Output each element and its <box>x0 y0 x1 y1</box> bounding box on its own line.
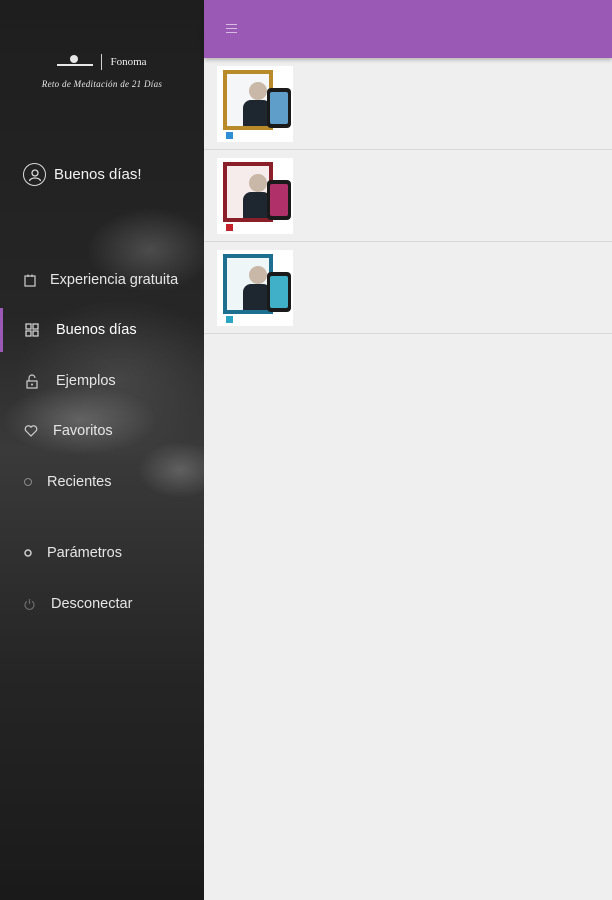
heart-icon <box>23 423 39 439</box>
nav-item-label: Favoritos <box>53 423 113 439</box>
category-badge-icon <box>226 224 233 231</box>
nav-item-desconectar[interactable]: Desconectar <box>0 582 204 626</box>
content-list <box>204 58 612 334</box>
brand-logo: Fonoma <box>0 54 204 70</box>
nav-item-label: Buenos días <box>56 322 137 338</box>
settings-icon <box>20 545 36 561</box>
phone-image <box>267 180 291 220</box>
nav-item-buenos-dias[interactable]: Buenos días <box>0 308 204 352</box>
item-thumbnail <box>217 158 293 234</box>
grid-icon <box>24 322 40 338</box>
category-badge-icon <box>226 132 233 139</box>
hamburger-icon[interactable] <box>226 24 237 33</box>
item-thumbnail <box>217 66 293 142</box>
nav-item-recientes[interactable]: Recientes <box>0 460 204 504</box>
nav-item-label: Desconectar <box>51 596 133 612</box>
clock-icon <box>20 474 36 490</box>
logo-mark-icon <box>57 55 94 69</box>
list-item[interactable] <box>204 58 612 150</box>
presenter-image <box>249 82 267 100</box>
tagline: Reto de Meditación de 21 Días <box>41 79 163 89</box>
avatar-icon <box>23 163 46 186</box>
nav-item-favoritos[interactable]: Favoritos <box>0 409 204 453</box>
nav-item-label: Parámetros <box>47 545 122 561</box>
greeting-text: Buenos días! <box>54 166 142 183</box>
item-thumbnail <box>217 250 293 326</box>
list-item[interactable] <box>204 242 612 334</box>
power-icon <box>21 596 37 612</box>
presenter-image <box>249 174 267 192</box>
nav-item-parametros[interactable]: Parámetros <box>0 531 204 575</box>
phone-image <box>267 272 291 312</box>
calendar-icon <box>22 272 38 288</box>
list-item[interactable] <box>204 150 612 242</box>
nav-item-experiencia-gratuita[interactable]: Experiencia gratuita <box>0 258 204 302</box>
nav-item-ejemplos[interactable]: Ejemplos <box>0 359 204 403</box>
logo-text: Fonoma <box>110 56 147 68</box>
navigation-drawer: Fonoma Reto de Meditación de 21 Días Bue… <box>0 0 204 900</box>
unlock-icon <box>24 373 40 389</box>
nav-item-label: Experiencia gratuita <box>50 272 179 288</box>
user-greeting[interactable]: Buenos días! <box>23 163 142 186</box>
phone-image <box>267 88 291 128</box>
category-badge-icon <box>226 316 233 323</box>
nav-item-label: Ejemplos <box>56 373 116 389</box>
presenter-image <box>249 266 267 284</box>
logo-divider <box>101 54 103 70</box>
nav-item-label: Recientes <box>47 474 112 490</box>
app-bar <box>204 0 612 58</box>
